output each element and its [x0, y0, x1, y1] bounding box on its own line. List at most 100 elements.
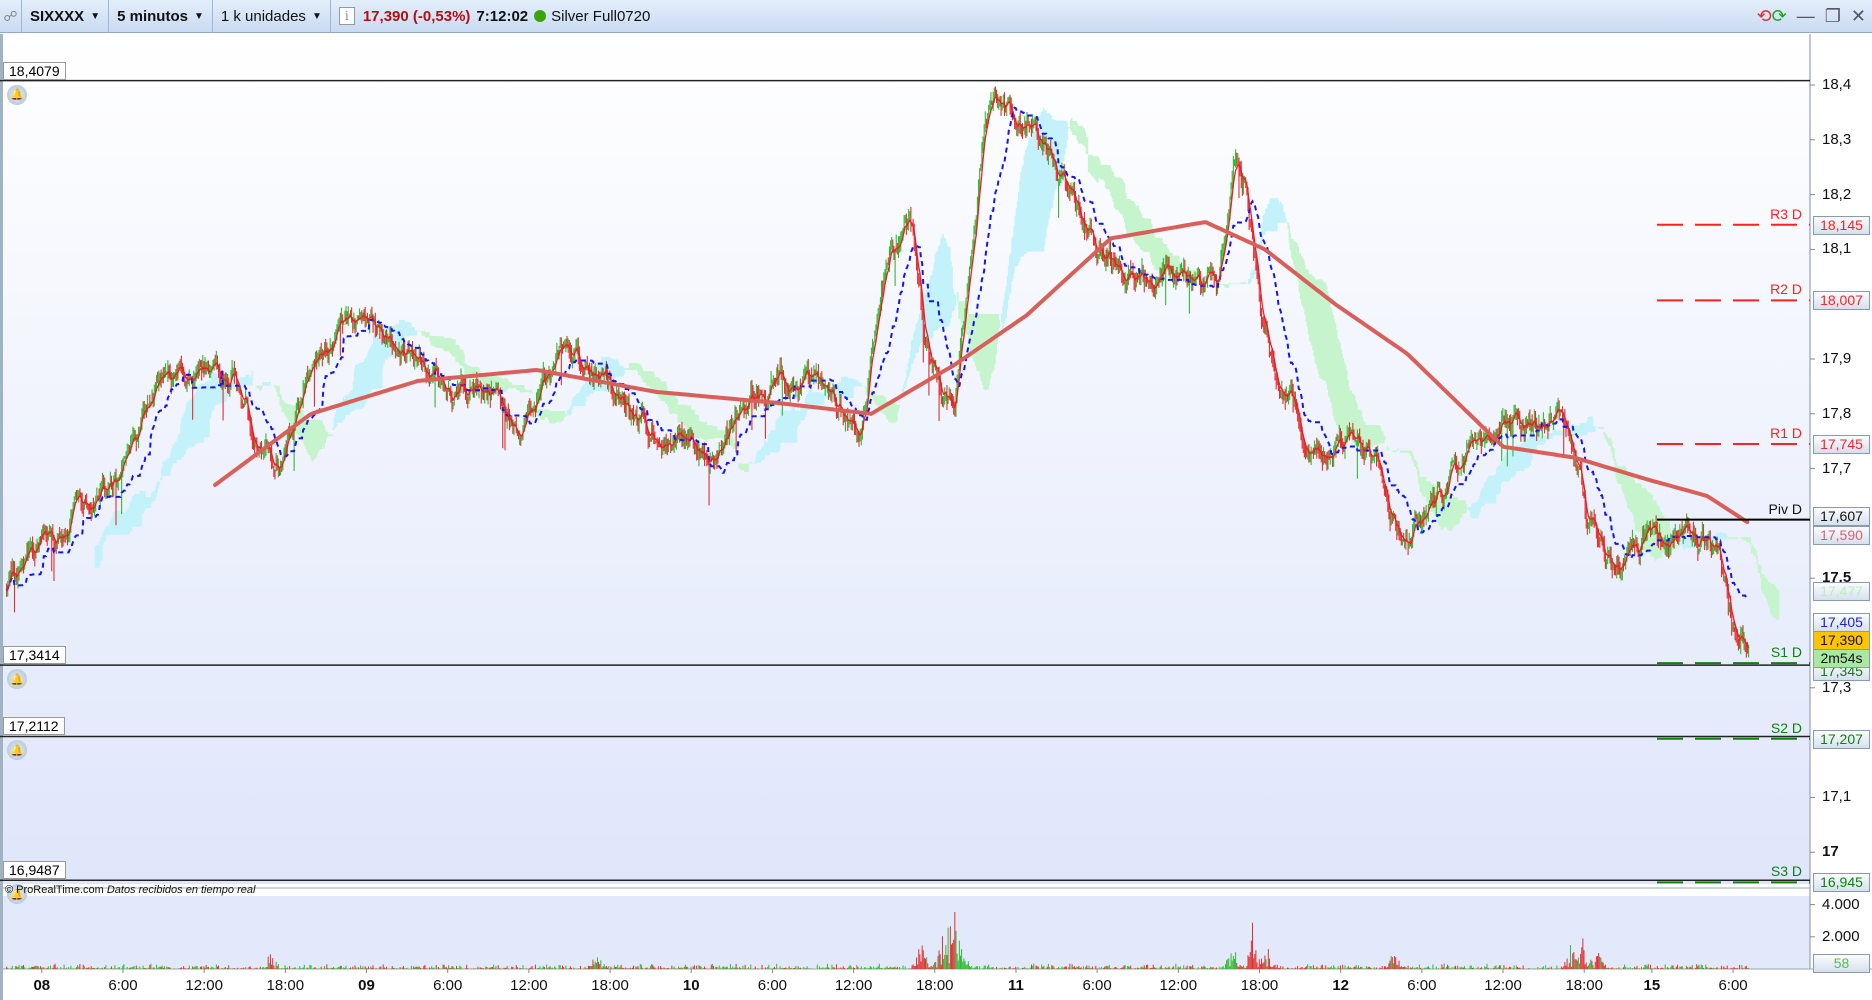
x-tick-label: 6:00	[433, 977, 463, 994]
price-chart[interactable]	[0, 34, 1872, 1000]
symbol-selector[interactable]: SIXXXX ▼	[22, 0, 110, 33]
x-tick-label: 6:00	[1407, 977, 1437, 994]
cloud-segment	[998, 319, 1001, 329]
pivot-level-label: S2 D	[1770, 719, 1802, 736]
account-label: Silver Full0720	[551, 7, 651, 25]
cloud-segment	[530, 390, 533, 394]
quote-time: 7:12:02	[476, 7, 529, 25]
x-tick-label: 12:00	[834, 977, 873, 994]
cloud-segment	[1602, 426, 1604, 430]
alert-level-label: 18,4079	[3, 61, 66, 80]
y-tick-label: 17,8	[1822, 404, 1852, 422]
cloud-segment	[1777, 589, 1780, 620]
pivot-value-box: 17,607	[1813, 506, 1870, 526]
y-tick-label: 17,7	[1822, 459, 1852, 477]
x-tick-label: 09	[358, 977, 375, 994]
cloud-segment	[1756, 555, 1758, 565]
chevron-down-icon: ▼	[311, 10, 322, 22]
close-button[interactable]: ✕	[1851, 6, 1866, 27]
quote-info: i 17,390 (-0,53%) 7:12:02 Silver Full072…	[331, 0, 659, 33]
alert-level-label: 17,2112	[3, 717, 65, 736]
info-icon[interactable]: i	[338, 7, 355, 25]
x-tick-label: 08	[33, 977, 51, 994]
cloud-segment	[750, 462, 753, 464]
volume-tick-label: 4.000	[1822, 895, 1860, 913]
pivot-level-label: R1 D	[1770, 424, 1802, 441]
y-tick-label: 17,3	[1822, 678, 1852, 696]
refresh-icon[interactable]: ⟲⟳	[1757, 6, 1787, 27]
copyright-text: © ProRealTime.com Datos recibidos en tie…	[5, 884, 255, 896]
bell-icon[interactable]: 🔔	[7, 84, 27, 105]
cloud-segment	[1594, 426, 1596, 433]
y-tick-label: 18,3	[1822, 130, 1852, 148]
x-tick-label: 11	[1008, 977, 1024, 994]
y-tick-label: 18,1	[1822, 240, 1852, 258]
cloud-segment	[1387, 448, 1390, 451]
timeframe-selector[interactable]: 5 minutos ▼	[109, 0, 213, 33]
x-tick-label: 6:00	[1082, 977, 1112, 994]
pivot-value-box: 18,007	[1813, 291, 1870, 311]
cloud-segment	[1678, 545, 1681, 547]
x-tick-label: 12:00	[1484, 977, 1522, 994]
copyright-label: © ProRealTime.com	[5, 884, 104, 896]
x-tick-label: 10	[682, 977, 700, 994]
restore-button[interactable]: ❐	[1825, 6, 1841, 27]
x-tick-label: 12	[1332, 977, 1350, 994]
cloud-segment	[954, 295, 957, 306]
pivot-value-box: 17,745	[1813, 434, 1870, 454]
pivot-level-label: Piv D	[1768, 500, 1802, 517]
y-tick-label: 18,4	[1822, 76, 1852, 93]
x-tick-label: 12:00	[510, 977, 548, 994]
current-price-box: 17,390	[1813, 631, 1870, 651]
link-icon[interactable]: ☍	[0, 0, 22, 33]
cloud-segment	[898, 404, 900, 409]
volume-panel-background	[0, 896, 1810, 969]
chevron-down-icon: ▼	[193, 10, 204, 22]
cloud-segment	[417, 330, 419, 332]
units-selector[interactable]: 1 k unidades ▼	[213, 0, 331, 33]
bell-icon[interactable]: 🔔	[7, 669, 27, 690]
connection-status-icon	[534, 10, 547, 22]
realtime-label: Datos recibidos en tiempo real	[106, 884, 256, 896]
current-volume-box: 58	[1813, 954, 1870, 974]
left-edge	[0, 34, 3, 1000]
timeframe-label: 5 minutos	[117, 7, 188, 25]
cloud-segment	[261, 385, 263, 388]
x-tick-label: 18:00	[1565, 977, 1603, 994]
alert-level-label: 17,3414	[3, 646, 66, 665]
x-tick-label: 18:00	[266, 977, 305, 994]
pivot-level-label: R2 D	[1770, 281, 1802, 298]
cloud-segment	[1749, 537, 1752, 545]
indicator-value-box: 17,477	[1813, 581, 1870, 601]
cloud-segment	[957, 292, 959, 302]
indicator-value-box: 17,405	[1813, 613, 1870, 633]
cloud-segment	[331, 434, 333, 437]
pivot-value-box: 16,945	[1813, 873, 1870, 893]
x-tick-label: 18:00	[591, 977, 629, 994]
x-tick-label: 6:00	[108, 977, 138, 994]
pivot-value-box: 18,145	[1813, 215, 1870, 235]
window-controls: ⟲⟳ — ❐ ✕	[1757, 0, 1866, 33]
y-tick-label: 17	[1822, 843, 1839, 861]
countdown-box: 2m54s	[1813, 649, 1870, 669]
cloud-segment	[251, 370, 253, 386]
minimize-button[interactable]: —	[1797, 6, 1815, 27]
symbol-label: SIXXXX	[30, 7, 85, 25]
cloud-segment	[1227, 284, 1230, 288]
pivot-level-label: S3 D	[1770, 863, 1802, 880]
x-tick-label: 12:00	[185, 977, 223, 994]
units-label: 1 k unidades	[220, 7, 306, 25]
x-tick-label: 6:00	[757, 977, 788, 994]
cloud-segment	[1066, 122, 1068, 141]
cloud-segment	[1384, 436, 1386, 440]
y-tick-label: 17,9	[1822, 350, 1852, 367]
cloud-segment	[1086, 136, 1089, 155]
y-tick-label: 18,2	[1822, 185, 1852, 203]
cloud-segment	[1285, 217, 1287, 223]
x-tick-label: 6:00	[1718, 977, 1748, 994]
cloud-segment	[1395, 450, 1398, 453]
cloud-segment	[1397, 448, 1400, 451]
last-price: 17,390 (-0,53%)	[362, 7, 471, 25]
indicator-value-box: 17,590	[1813, 525, 1870, 545]
cloud-segment	[158, 481, 161, 485]
